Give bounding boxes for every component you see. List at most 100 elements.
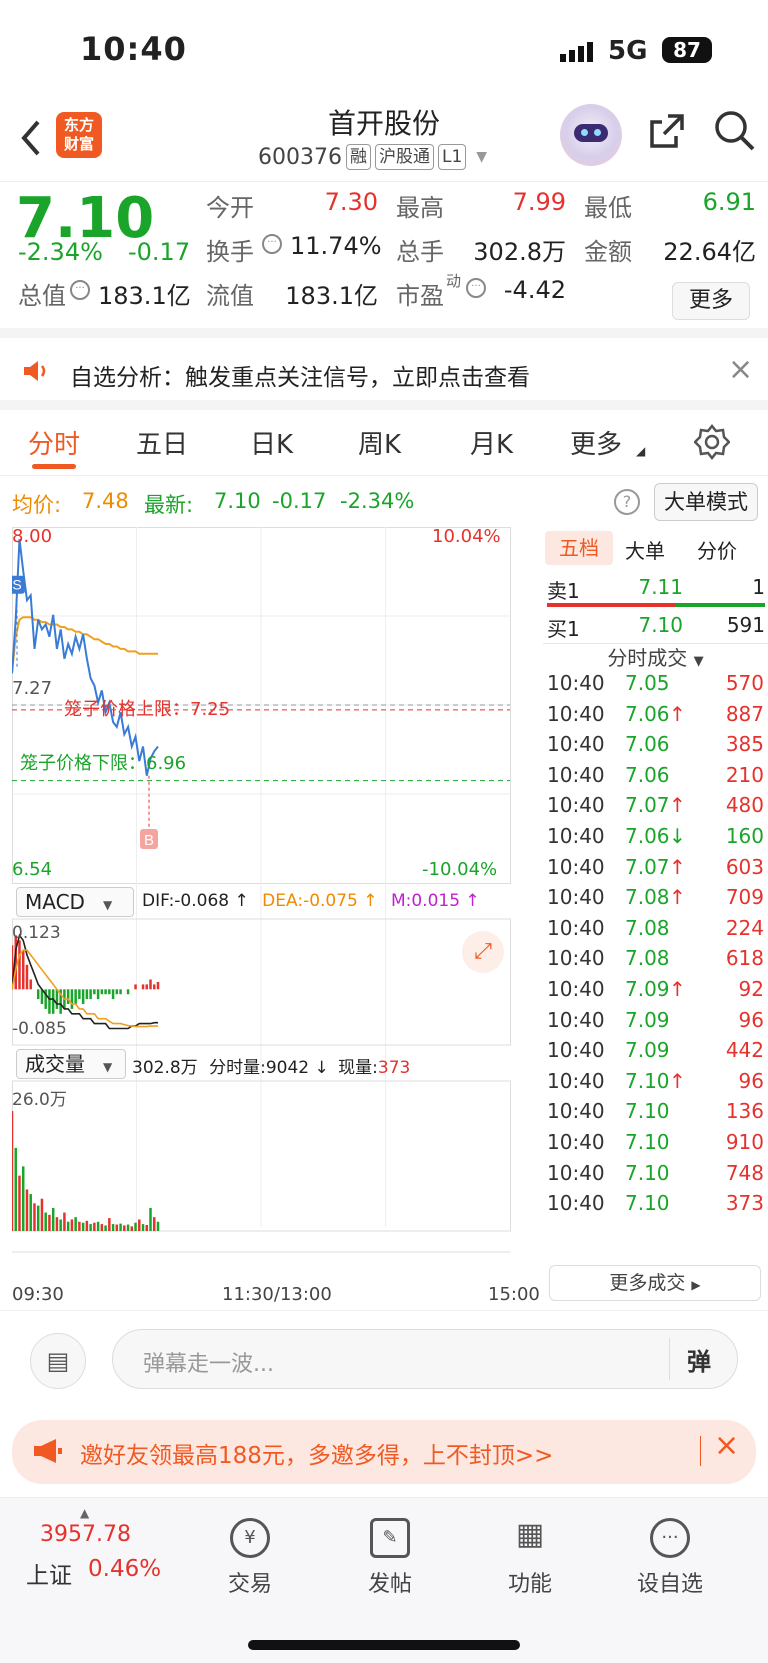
nav-trade[interactable]: ¥ 交易: [190, 1518, 310, 1598]
volume-total: 302.8万: [132, 1058, 198, 1078]
trade-time: 10:40: [547, 885, 605, 910]
more-trades-button[interactable]: 更多成交 ▶: [549, 1265, 761, 1301]
trade-time: 10:40: [547, 762, 605, 787]
status-bar: 10:40 5G 87: [0, 0, 768, 100]
analysis-notice[interactable]: 自选分析：触发重点关注信号，立即点击查看 ×: [0, 338, 768, 410]
sell-ratio-bar: [675, 603, 765, 607]
order-book-panel: 五档 大单 分价 卖1 7.11 1 买1 7.10 591 分时成交 ▼ 10…: [543, 527, 768, 1307]
tab-monthly[interactable]: 月K: [470, 424, 513, 461]
tab-5day[interactable]: 五日: [136, 424, 188, 461]
trade-volume: 160: [725, 824, 764, 848]
tab-level5[interactable]: 五档: [545, 531, 613, 565]
trade-time: 10:40: [547, 1038, 605, 1063]
stock-header: 东方 财富 首开股份 600376 融 沪股通 L1 ▼: [0, 96, 768, 182]
lower-limit-label: 笼子价格下限：6.96: [20, 753, 187, 774]
trade-direction: ↑: [669, 885, 686, 910]
amount-label: 金额: [584, 238, 632, 266]
volume-label: 总手: [396, 238, 444, 266]
pe-value: -4.42: [503, 276, 566, 304]
buy1-volume: 591: [726, 613, 765, 637]
volume-max: 26.0万: [12, 1090, 67, 1110]
network-type: 5G: [608, 36, 648, 66]
mktcap-value: 183.1亿: [98, 282, 191, 310]
caret-icon: ◢: [636, 444, 646, 458]
open-value: 7.30: [324, 188, 378, 216]
dea-value: -0.075: [303, 891, 358, 911]
assistant-avatar[interactable]: [560, 104, 622, 166]
expand-icon[interactable]: ⤢: [462, 931, 504, 973]
info-dots-icon[interactable]: ···: [466, 278, 486, 298]
tab-more[interactable]: 更多: [570, 424, 622, 461]
signal-icon: [560, 40, 600, 62]
sell1-volume: 1: [752, 575, 765, 599]
comment-bar: ▤ 弹幕走一波... 弹: [0, 1310, 768, 1406]
trade-price: 7.06: [625, 762, 670, 787]
high-label: 最高: [396, 194, 444, 222]
trade-volume: 442: [725, 1038, 764, 1063]
trade-direction: ↓: [669, 824, 686, 848]
quote-panel: 7.10 -2.34% -0.17 总值 ··· 183.1亿 今开 7.30 …: [0, 182, 768, 338]
trade-row: 10:40 7.10 ↑ 96: [543, 1069, 768, 1101]
search-button[interactable]: [712, 108, 758, 158]
index-value[interactable]: 3957.78: [40, 1522, 131, 1547]
tab-timeshare[interactable]: 分时: [28, 424, 80, 461]
nav-add-watchlist[interactable]: ··· 设自选: [610, 1518, 730, 1598]
trade-volume: 480: [725, 793, 764, 818]
danmu-toggle[interactable]: 弹: [687, 1342, 711, 1377]
settings-button[interactable]: [693, 423, 731, 464]
trade-price: 7.06: [625, 732, 670, 757]
price-axis-mid: 7.27: [12, 678, 53, 699]
nav-functions-label: 功能: [507, 1572, 552, 1597]
chart-info-bar: 均价: 7.48 最新: 7.10 -0.17 -2.34% ? 大单模式: [0, 477, 768, 527]
tab-price-dist[interactable]: 分价: [697, 535, 737, 564]
macd-values: DIF:-0.068 ↑ DEA:-0.075 ↑ M:0.015 ↑: [142, 891, 480, 911]
nav-functions[interactable]: ▦ 功能: [470, 1518, 590, 1598]
trade-volume: 887: [725, 701, 764, 726]
macd-selector[interactable]: MACD ▼: [16, 887, 134, 917]
info-dots-icon[interactable]: ···: [262, 234, 282, 254]
volume-selector[interactable]: 成交量 ▼: [16, 1049, 126, 1079]
volume-value: 302.8万: [473, 238, 566, 266]
notice-close-button[interactable]: ×: [728, 352, 753, 387]
high-value: 7.99: [512, 188, 566, 216]
pct-axis-max: 10.04%: [432, 526, 501, 547]
help-icon[interactable]: ?: [614, 489, 640, 515]
trade-volume: 618: [725, 946, 764, 971]
tag-connect: 沪股通: [374, 144, 434, 170]
trade-price: 7.08: [625, 915, 670, 940]
tab-daily[interactable]: 日K: [250, 424, 293, 461]
float-label: 流值: [206, 282, 254, 310]
invite-promo-banner[interactable]: 邀好友领最高188元，多邀多得，上不封顶>> ×: [12, 1420, 756, 1484]
trade-time: 10:40: [547, 1099, 605, 1124]
time-label-close: 15:00: [488, 1284, 540, 1305]
info-dots-icon[interactable]: ···: [70, 280, 90, 300]
danmu-list-icon[interactable]: ▤: [30, 1333, 86, 1389]
time-label-noon: 11:30/13:00: [222, 1284, 332, 1305]
volume-minute: 9042: [265, 1058, 310, 1078]
nav-post[interactable]: ✎ 发帖: [330, 1518, 450, 1598]
nav-add-watchlist-label: 设自选: [636, 1572, 703, 1597]
tab-weekly[interactable]: 周K: [358, 424, 401, 461]
tag-margin: 融: [345, 144, 371, 170]
trade-time: 10:40: [547, 946, 605, 971]
comment-input[interactable]: 弹幕走一波... 弹: [112, 1329, 738, 1389]
timeshare-chart[interactable]: S B 8.00 10.04% 7.27 6.54 -10.04% 笼子价格上限：…: [9, 526, 543, 1307]
trade-volume: 373: [725, 1191, 764, 1216]
trade-row: 10:40 7.08 224: [543, 916, 768, 948]
trade-time: 10:40: [547, 1160, 605, 1185]
stock-code-line[interactable]: 600376 融 沪股通 L1 ▼: [258, 144, 487, 170]
share-button[interactable]: [646, 110, 688, 156]
tab-big-orders[interactable]: 大单: [625, 535, 665, 564]
promo-close-button[interactable]: ×: [714, 1428, 739, 1463]
big-order-mode-button[interactable]: 大单模式: [654, 483, 758, 521]
search-icon: [715, 111, 755, 151]
upper-limit-label: 笼子价格上限：7.25: [64, 699, 231, 720]
trade-row: 10:40 7.09 442: [543, 1038, 768, 1070]
bottom-nav: ▲ 3957.78 上证 0.46% ¥ 交易 ✎ 发帖 ▦ 功能 ··· 设自…: [0, 1497, 768, 1663]
index-pct: 0.46%: [88, 1556, 162, 1582]
trade-time: 10:40: [547, 1007, 605, 1032]
latest-change-pct: -2.34%: [340, 489, 415, 513]
share-icon: [650, 114, 684, 148]
trade-price: 7.07: [625, 854, 670, 879]
more-button[interactable]: 更多: [672, 282, 750, 320]
